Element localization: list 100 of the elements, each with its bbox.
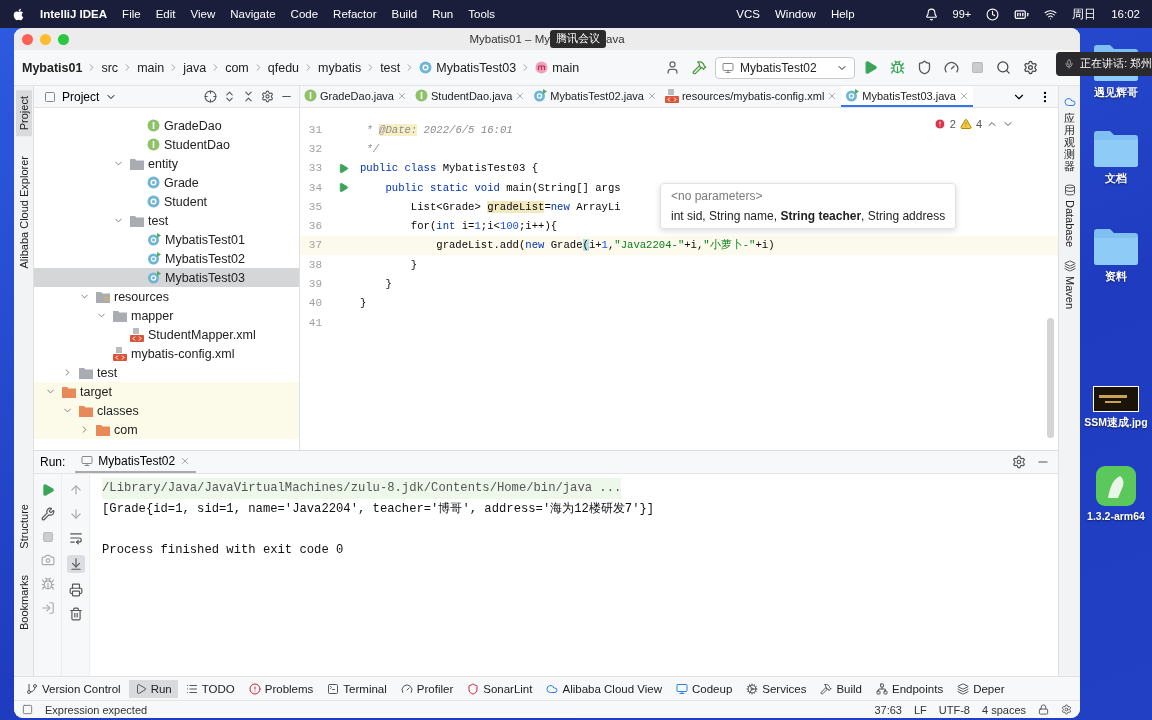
camera-icon[interactable]	[40, 553, 55, 567]
editor-tab[interactable]: GradeDao.java	[300, 86, 411, 107]
close-window-button[interactable]	[22, 33, 33, 45]
tree-item[interactable]: MybatisTest03	[34, 268, 299, 287]
error-icon[interactable]	[933, 118, 946, 130]
menu-item[interactable]: Run	[432, 8, 454, 20]
tree-item[interactable]: classes	[34, 401, 299, 420]
tool-window-button[interactable]: Problems	[242, 679, 320, 698]
tree-item[interactable]: com	[34, 420, 299, 439]
print-icon[interactable]	[68, 583, 83, 597]
desktop-icon-label[interactable]: SSM速成.jpg	[1084, 416, 1148, 430]
clock-icon[interactable]	[986, 7, 1000, 21]
breadcrumb[interactable]: com	[225, 60, 249, 75]
tool-window-button[interactable]: Endpoints	[870, 679, 950, 698]
settings-icon[interactable]	[1023, 60, 1038, 75]
menu-item[interactable]: Window	[775, 8, 816, 20]
breadcrumb[interactable]: mybatis	[318, 60, 362, 75]
tool-window-tab[interactable]: Project	[15, 90, 32, 137]
login-icon[interactable]	[40, 601, 55, 615]
close-icon[interactable]	[646, 90, 657, 101]
tree-item[interactable]: test	[34, 363, 299, 382]
wrench-icon[interactable]	[40, 507, 55, 521]
line-separator[interactable]: LF	[913, 703, 927, 716]
database-icon[interactable]	[1063, 184, 1076, 197]
tool-window-button[interactable]: Services	[740, 679, 813, 698]
menu-item[interactable]: Code	[290, 8, 319, 20]
menu-item[interactable]: VCS	[736, 8, 760, 20]
tree-item[interactable]: entity	[34, 154, 299, 173]
stop-icon[interactable]	[971, 61, 984, 74]
close-icon[interactable]	[180, 456, 191, 466]
tool-window-tab[interactable]: Bookmarks	[15, 568, 32, 636]
folder-icon[interactable]	[1093, 130, 1139, 168]
tool-window-button[interactable]: Build	[814, 679, 868, 698]
tree-item[interactable]: test	[34, 211, 299, 230]
app-icon[interactable]	[1096, 466, 1136, 506]
settings-icon[interactable]	[1061, 704, 1072, 715]
tool-window-tab[interactable]: Maven	[1063, 275, 1076, 309]
settings-icon[interactable]	[1012, 455, 1026, 469]
tool-window-tab[interactable]: Database	[1063, 200, 1076, 248]
tool-window-button[interactable]: SonarLint	[461, 679, 539, 698]
tree-item[interactable]: GradeDao	[34, 116, 299, 135]
run-configuration-dropdown[interactable]: MybatisTest02	[715, 56, 855, 79]
stop-icon[interactable]	[41, 531, 54, 543]
panel-title[interactable]: Project	[62, 89, 100, 104]
tree-item[interactable]: StudentDao	[34, 135, 299, 154]
menu-item[interactable]: Build	[391, 8, 418, 20]
breadcrumb[interactable]: java	[183, 60, 207, 75]
tool-window-tab[interactable]: Structure	[15, 498, 32, 555]
tool-window-button[interactable]: Codeup	[670, 679, 739, 698]
menu-item[interactable]: Navigate	[230, 8, 276, 20]
trash-icon[interactable]	[68, 607, 83, 621]
warning-icon[interactable]	[959, 118, 972, 130]
tree-item[interactable]: mybatis-config.xml	[34, 344, 299, 363]
tool-window-button[interactable]: Terminal	[321, 679, 393, 698]
tree-item[interactable]: MybatisTest01	[34, 230, 299, 249]
collapse-all-icon[interactable]	[242, 90, 255, 103]
tool-window-button[interactable]: Version Control	[20, 679, 127, 698]
close-icon[interactable]	[958, 90, 969, 101]
close-icon[interactable]	[515, 90, 526, 101]
down-arrow-icon[interactable]	[68, 507, 83, 521]
desktop-icon-label[interactable]: 1.3.2-arm64	[1087, 510, 1145, 522]
run-gutter-icon[interactable]	[338, 162, 349, 174]
editor-tab[interactable]: StudentDao.java	[411, 86, 530, 107]
close-icon[interactable]	[827, 90, 838, 101]
breadcrumb[interactable]: main	[552, 60, 580, 75]
settings-icon[interactable]	[261, 90, 274, 103]
scroll-to-end-button[interactable]	[66, 555, 85, 573]
tool-window-button[interactable]: Profiler	[394, 679, 460, 698]
soft-wrap-icon[interactable]	[68, 531, 83, 545]
desktop-icon-label[interactable]: 文档	[1105, 172, 1127, 186]
tool-window-tab[interactable]: 应用观测器	[1064, 112, 1075, 173]
tool-window-button[interactable]: TODO	[179, 679, 241, 698]
menu-item[interactable]: Tools	[468, 8, 496, 20]
debug-icon[interactable]	[890, 60, 905, 75]
menu-item[interactable]: View	[190, 8, 216, 20]
image-thumbnail-icon[interactable]	[1093, 386, 1139, 412]
tree-item[interactable]: Grade	[34, 173, 299, 192]
tool-window-button[interactable]: Alibaba Cloud View	[540, 679, 668, 698]
tree-item[interactable]: Student	[34, 192, 299, 211]
zoom-window-button[interactable]	[58, 33, 69, 45]
editor-tab[interactable]: MybatisTest03.java	[841, 86, 973, 107]
editor-tab[interactable]: resources/mybatis-config.xml	[660, 86, 842, 107]
build-icon[interactable]	[692, 60, 707, 75]
tree-item[interactable]: MybatisTest02	[34, 249, 299, 268]
tree-item[interactable]: mapper	[34, 306, 299, 325]
lock-icon[interactable]	[1038, 704, 1049, 715]
editor-tab[interactable]: MybatisTest02.java	[529, 86, 661, 107]
user-icon[interactable]	[665, 60, 680, 75]
desktop-icon-label[interactable]: 资料	[1105, 270, 1127, 284]
rerun-icon[interactable]	[40, 483, 55, 497]
apple-icon[interactable]	[12, 7, 25, 21]
run-gutter-icon[interactable]	[338, 182, 349, 194]
file-encoding[interactable]: UTF-8	[938, 703, 970, 716]
tool-window-tab[interactable]: Alibaba Cloud Explorer	[15, 150, 32, 275]
wifi-icon[interactable]	[1044, 7, 1058, 21]
desktop-icon-label[interactable]: 遇见辉哥	[1094, 86, 1138, 100]
locate-icon[interactable]	[204, 90, 217, 103]
folder-icon[interactable]	[1093, 228, 1139, 266]
search-icon[interactable]	[996, 60, 1011, 75]
indent-setting[interactable]: 4 spaces	[981, 703, 1026, 716]
